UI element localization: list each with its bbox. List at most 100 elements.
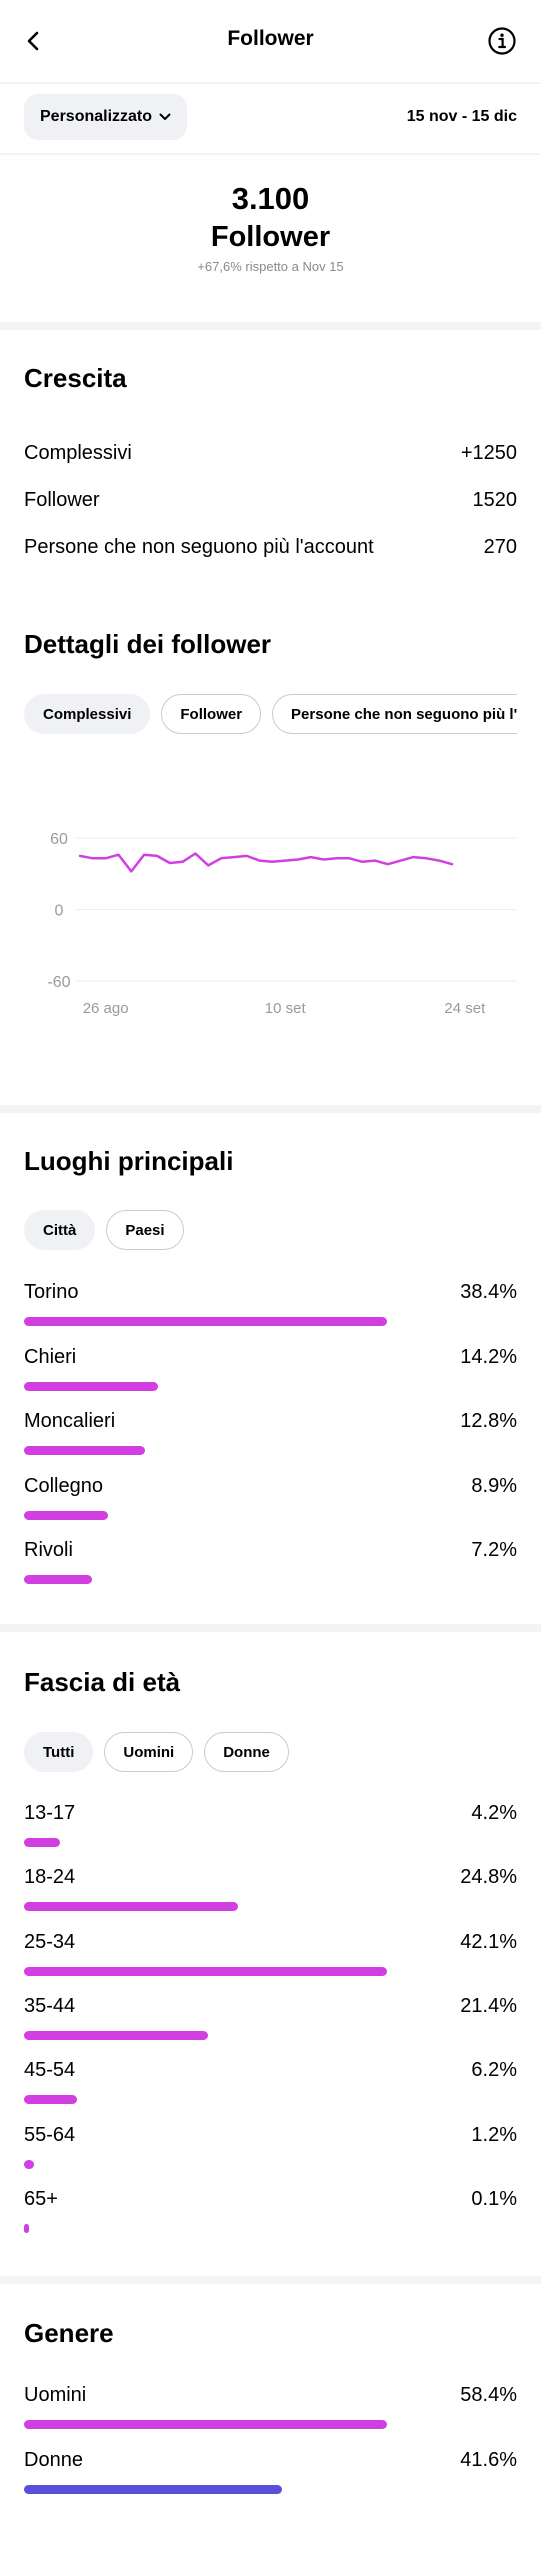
bar-label: Rivoli bbox=[24, 1539, 73, 1561]
bar-value: 0.1% bbox=[471, 2187, 517, 2210]
period-dropdown[interactable]: Personalizzato bbox=[24, 94, 188, 140]
bar-label: Torino bbox=[24, 1281, 79, 1303]
tab-followers[interactable]: Follower bbox=[161, 694, 262, 734]
bar-label: 55-64 bbox=[24, 2123, 76, 2146]
bar-track bbox=[24, 1575, 387, 1584]
section-divider bbox=[0, 2276, 541, 2284]
header-divider bbox=[0, 82, 541, 84]
bar-value: 12.8% bbox=[460, 1410, 517, 1432]
bar-track bbox=[24, 1966, 387, 1976]
growth-row-label: Follower bbox=[24, 488, 100, 511]
bar-track bbox=[24, 2420, 387, 2429]
growth-row-total: Complessivi +1250 bbox=[24, 439, 517, 467]
bar-label: 18-24 bbox=[24, 1866, 76, 1889]
bar-fill bbox=[24, 2223, 29, 2233]
growth-row-value: +1250 bbox=[460, 441, 517, 464]
bar-fill bbox=[24, 1510, 109, 1520]
bar-row: Torino 38.4% bbox=[24, 1281, 517, 1331]
follower-line-chart: 60 0 -60 26 ago 10 set 24 set bbox=[47, 831, 517, 1017]
bar-label: 25-34 bbox=[24, 1930, 76, 1953]
top-locations-tabs: Città Paesi bbox=[24, 1210, 184, 1250]
bar-fill bbox=[24, 1575, 93, 1584]
growth-title: Crescita bbox=[24, 363, 127, 393]
tab-all[interactable]: Tutti bbox=[24, 1732, 94, 1772]
tab-women[interactable]: Donne bbox=[204, 1732, 289, 1772]
bar-value: 38.4% bbox=[460, 1281, 517, 1303]
bar-fill bbox=[24, 1381, 159, 1391]
date-range: 15 nov - 15 dic bbox=[406, 108, 517, 125]
tab-cities[interactable]: Città bbox=[24, 1210, 96, 1250]
growth-row-unfollows: Persone che non seguono più l'account 27… bbox=[24, 533, 517, 561]
bar-track bbox=[24, 2030, 387, 2040]
chevron-down-icon bbox=[159, 113, 171, 120]
y-tick-label: -60 bbox=[47, 974, 70, 991]
age-ranges-tabs: Tutti Uomini Donne bbox=[24, 1732, 289, 1772]
info-icon[interactable] bbox=[487, 26, 517, 56]
section-divider bbox=[0, 1624, 541, 1632]
y-tick-label: 0 bbox=[55, 903, 64, 920]
bar-value: 24.8% bbox=[460, 1866, 517, 1889]
bar-row: 18-24 24.8% bbox=[24, 1866, 517, 1916]
bar-label: Uomini bbox=[24, 2384, 87, 2406]
bar-fill bbox=[24, 2420, 387, 2429]
bar-fill bbox=[24, 2484, 283, 2494]
bar-track bbox=[24, 1381, 387, 1391]
filter-divider bbox=[0, 153, 541, 155]
bar-track bbox=[24, 2484, 387, 2494]
bar-row: 55-64 1.2% bbox=[24, 2124, 517, 2174]
bar-value: 6.2% bbox=[471, 2059, 517, 2082]
bar-label: Collegno bbox=[24, 1474, 103, 1497]
bar-label: Moncalieri bbox=[24, 1410, 116, 1432]
bar-value: 4.2% bbox=[471, 1802, 517, 1824]
bar-label: Chieri bbox=[24, 1345, 77, 1368]
growth-row-value: 270 bbox=[483, 535, 517, 558]
bar-value: 14.2% bbox=[460, 1345, 517, 1368]
bar-track bbox=[24, 2159, 387, 2169]
bar-row: Uomini 58.4% bbox=[24, 2384, 517, 2434]
bar-track bbox=[24, 1446, 387, 1455]
tab-overall[interactable]: Complessivi bbox=[24, 694, 151, 734]
growth-row-label: Complessivi bbox=[24, 441, 132, 464]
bar-label: 13-17 bbox=[24, 1802, 76, 1824]
follower-details-title: Dettagli dei follower bbox=[24, 629, 272, 659]
tab-men[interactable]: Uomini bbox=[104, 1732, 194, 1772]
bar-row: 65+ 0.1% bbox=[24, 2188, 517, 2238]
bar-fill bbox=[24, 2095, 78, 2105]
bar-label: 35-44 bbox=[24, 1994, 76, 2017]
bar-row: 25-34 42.1% bbox=[24, 1931, 517, 1981]
follower-change: +67,6% rispetto a Nov 15 bbox=[197, 259, 344, 274]
gender-title: Genere bbox=[24, 2318, 114, 2348]
tab-unfollows[interactable]: Persone che non seguono più l'account bbox=[272, 694, 517, 734]
top-locations-title: Luoghi principali bbox=[24, 1146, 234, 1176]
bar-fill bbox=[24, 2159, 35, 2169]
bar-row: Donne 41.6% bbox=[24, 2449, 517, 2499]
bar-track bbox=[24, 1902, 387, 1912]
series-line bbox=[78, 852, 454, 873]
x-tick-label: 26 ago bbox=[83, 1000, 129, 1017]
bar-track bbox=[24, 1838, 387, 1847]
bar-value: 42.1% bbox=[460, 1930, 517, 1953]
bar-track bbox=[24, 2095, 387, 2105]
page-title: Follower bbox=[227, 27, 314, 50]
follower-count-label: Follower bbox=[210, 221, 331, 253]
period-dropdown-label: Personalizzato bbox=[40, 108, 153, 125]
bar-fill bbox=[24, 2030, 209, 2040]
filter-bar: Personalizzato 15 nov - 15 dic bbox=[0, 94, 541, 142]
bar-value: 58.4% bbox=[460, 2384, 517, 2406]
x-tick-label: 10 set bbox=[265, 1000, 307, 1017]
bar-track bbox=[24, 2223, 387, 2233]
bar-value: 1.2% bbox=[471, 2123, 517, 2146]
bar-track bbox=[24, 1510, 387, 1520]
follower-details-tabs-viewport: Complessivi Follower Persone che non seg… bbox=[0, 694, 517, 736]
bar-fill bbox=[24, 1966, 387, 1976]
y-tick-label: 60 bbox=[50, 831, 68, 848]
bar-row: Rivoli 7.2% bbox=[24, 1539, 517, 1589]
section-divider bbox=[0, 322, 541, 330]
bar-fill bbox=[24, 1902, 238, 1912]
bar-row: Moncalieri 12.8% bbox=[24, 1410, 517, 1460]
bar-value: 21.4% bbox=[460, 1994, 517, 2017]
follower-count: 3.100 bbox=[231, 181, 310, 216]
bar-row: 45-54 6.2% bbox=[24, 2059, 517, 2109]
bar-fill bbox=[24, 1317, 387, 1326]
tab-countries[interactable]: Paesi bbox=[106, 1210, 184, 1250]
